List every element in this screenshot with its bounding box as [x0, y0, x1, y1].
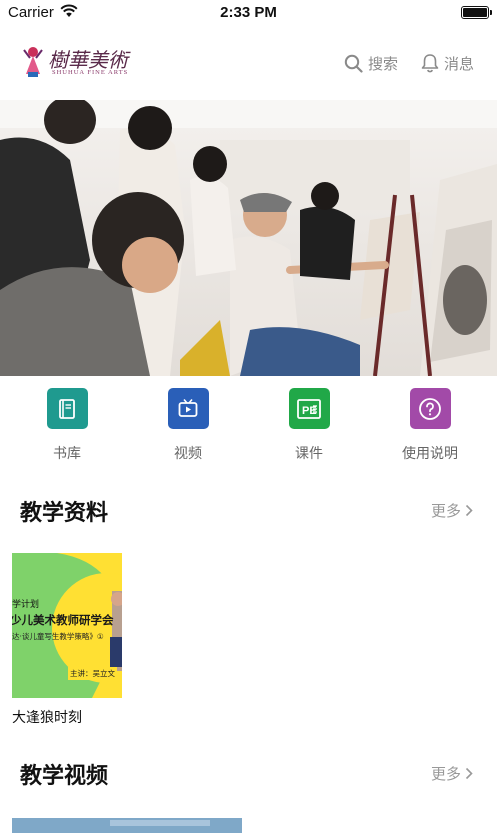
video-thumbnail-partial[interactable]	[0, 816, 497, 833]
quick-link-videos[interactable]: 视频	[133, 386, 243, 463]
search-button[interactable]: 搜索	[344, 52, 398, 74]
quick-link-label: 使用说明	[402, 446, 458, 462]
quick-link-label: 书库	[53, 446, 81, 462]
quick-link-label: 课件	[295, 446, 323, 462]
app-header: 樹華美術 SHUHUA FINE ARTS 搜索 消息	[0, 26, 497, 100]
logo-mark-icon	[23, 47, 43, 77]
quick-link-label: 视频	[174, 446, 202, 462]
search-icon	[344, 54, 363, 73]
more-link[interactable]: 更多	[431, 763, 473, 784]
teaching-materials-header: 教学资料 更多	[0, 495, 497, 531]
quick-link-library[interactable]: 书库	[12, 386, 122, 463]
svg-text:PE: PE	[302, 405, 317, 417]
help-icon	[409, 388, 451, 429]
teaching-videos-header: 教学视频 更多	[0, 758, 497, 794]
section-title: 教学资料	[20, 501, 109, 526]
logo-subtext: SHUHUA FINE ARTS	[52, 69, 129, 76]
battery-level	[463, 8, 487, 17]
shuhua-logo[interactable]: 樹華美術 SHUHUA FINE ARTS	[20, 42, 128, 84]
chevron-right-icon	[465, 767, 473, 780]
quick-link-courseware[interactable]: PE 课件	[254, 386, 364, 463]
bell-icon	[421, 54, 439, 73]
chevron-right-icon	[465, 504, 473, 517]
thumb-line-2: 少儿美术教师研学会	[12, 613, 114, 627]
book-icon	[46, 388, 88, 429]
section-title: 教学视频	[20, 764, 109, 789]
more-label: 更多	[430, 502, 461, 520]
status-bar: Carrier 2:33 PM	[0, 0, 497, 26]
quick-link-help[interactable]: 使用说明	[375, 386, 485, 463]
thumb-line-1: 学计划	[12, 600, 40, 610]
ppt-icon: PE	[288, 388, 330, 429]
quick-links: 书库 视频 PE 课件 使用说明	[0, 386, 497, 466]
tv-icon	[167, 388, 209, 429]
material-card[interactable]: 学计划 少儿美术教师研学会 达·谈儿童写生教学策略》① 主讲：吴立文 大逢狼时刻	[12, 553, 122, 727]
material-thumbnail: 学计划 少儿美术教师研学会 达·谈儿童写生教学策略》① 主讲：吴立文	[12, 553, 122, 698]
battery-icon	[461, 6, 492, 19]
clock: 2:33 PM	[220, 4, 277, 21]
hero-banner[interactable]	[0, 100, 497, 376]
thumb-line-3: 达·谈儿童写生教学策略》①	[12, 632, 104, 641]
messages-button[interactable]: 消息	[421, 52, 474, 74]
material-caption: 大逢狼时刻	[12, 710, 82, 726]
messages-label: 消息	[444, 54, 475, 73]
more-link[interactable]: 更多	[431, 500, 473, 521]
search-label: 搜索	[368, 54, 399, 73]
thumb-line-4: 主讲：吴立文	[68, 667, 117, 680]
more-label: 更多	[430, 765, 461, 783]
banner-photo	[0, 100, 497, 376]
